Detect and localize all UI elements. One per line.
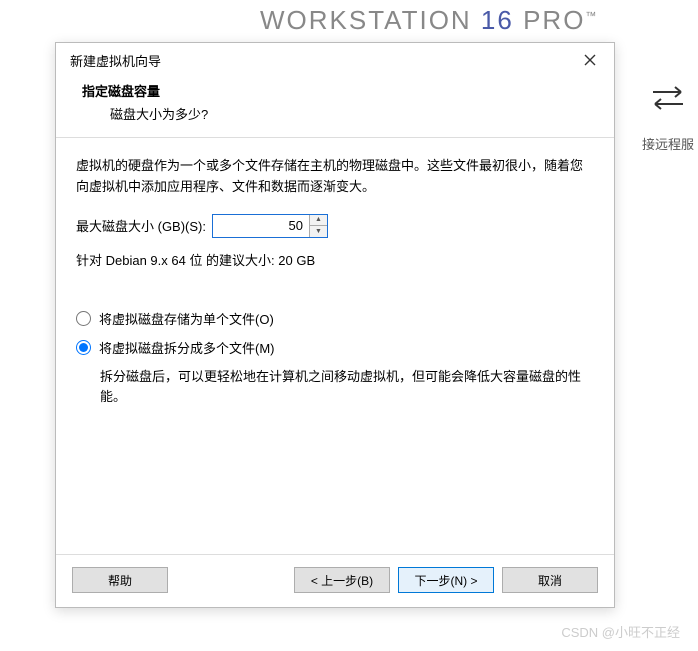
spinner-arrows: ▲ ▼ — [309, 215, 327, 237]
background-side-panel: 接远程服 — [638, 80, 698, 153]
app-title: WORKSTATION 16 PRO™ — [260, 5, 598, 36]
spinner-up[interactable]: ▲ — [310, 215, 327, 227]
dialog-header: 指定磁盘容量 磁盘大小为多少? — [56, 77, 614, 137]
next-button[interactable]: 下一步(N) > — [398, 567, 494, 593]
disk-size-spinner[interactable]: ▲ ▼ — [212, 214, 328, 238]
disk-size-label: 最大磁盘大小 (GB)(S): — [76, 216, 206, 235]
disk-size-row: 最大磁盘大小 (GB)(S): ▲ ▼ — [76, 214, 594, 238]
radio-multi-file[interactable]: 将虚拟磁盘拆分成多个文件(M) — [76, 338, 594, 357]
radio-single-file[interactable]: 将虚拟磁盘存储为单个文件(O) — [76, 309, 594, 328]
new-vm-wizard-dialog: 新建虚拟机向导 指定磁盘容量 磁盘大小为多少? 虚拟机的硬盘作为一个或多个文件存… — [55, 42, 615, 608]
radio-multi-file-label: 将虚拟磁盘拆分成多个文件(M) — [99, 338, 275, 357]
connect-remote-label: 接远程服 — [638, 134, 698, 153]
radio-single-file-label: 将虚拟磁盘存储为单个文件(O) — [99, 309, 274, 328]
disk-size-input[interactable] — [213, 215, 309, 237]
dialog-footer: 帮助 < 上一步(B) 下一步(N) > 取消 — [56, 554, 614, 607]
header-subtitle: 磁盘大小为多少? — [110, 104, 594, 123]
watermark: CSDN @小旺不正经 — [561, 622, 680, 641]
intro-text: 虚拟机的硬盘作为一个或多个文件存储在主机的物理磁盘中。这些文件最初很小，随着您向… — [76, 156, 594, 198]
spinner-down[interactable]: ▼ — [310, 226, 327, 237]
close-icon — [584, 54, 596, 66]
dialog-body: 虚拟机的硬盘作为一个或多个文件存储在主机的物理磁盘中。这些文件最初很小，随着您向… — [56, 138, 614, 554]
connect-remote-icon — [647, 80, 689, 116]
help-button[interactable]: 帮助 — [72, 567, 168, 593]
recommended-size-text: 针对 Debian 9.x 64 位 的建议大小: 20 GB — [76, 250, 594, 269]
radio-multi-file-desc: 拆分磁盘后，可以更轻松地在计算机之间移动虚拟机，但可能会降低大容量磁盘的性能。 — [100, 367, 594, 409]
dialog-title: 新建虚拟机向导 — [70, 51, 161, 70]
cancel-button[interactable]: 取消 — [502, 567, 598, 593]
radio-multi-file-input[interactable] — [76, 340, 91, 355]
radio-single-file-input[interactable] — [76, 311, 91, 326]
dialog-titlebar: 新建虚拟机向导 — [56, 43, 614, 77]
close-button[interactable] — [576, 46, 604, 74]
back-button[interactable]: < 上一步(B) — [294, 567, 390, 593]
header-title: 指定磁盘容量 — [82, 81, 594, 100]
